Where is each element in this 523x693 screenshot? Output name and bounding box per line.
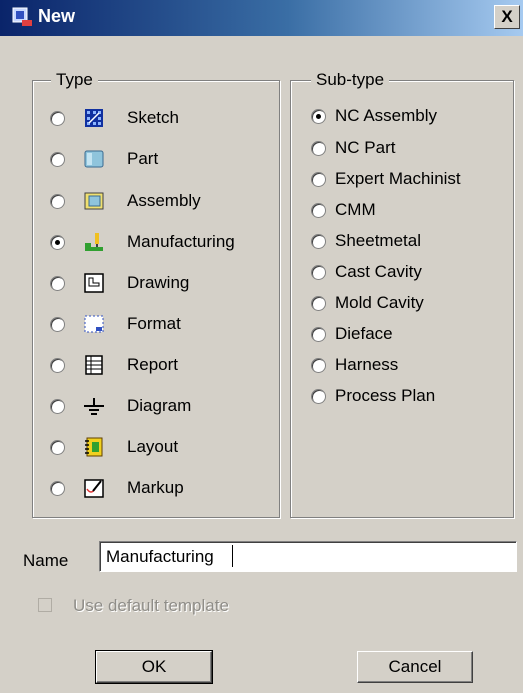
radio-button[interactable] [311, 326, 326, 342]
sketch-icon [85, 109, 103, 127]
subtype-label: NC Part [335, 138, 396, 157]
layout-icon [85, 437, 103, 457]
subtype-label: Cast Cavity [335, 262, 422, 281]
subtype-option-cmm[interactable]: CMM [311, 200, 376, 220]
title-bar: New X [0, 0, 523, 36]
name-input[interactable] [99, 541, 517, 572]
radio-button[interactable] [50, 439, 65, 455]
subtype-label: CMM [335, 200, 376, 219]
type-label: Format [127, 314, 181, 333]
drawing-icon [84, 273, 104, 293]
name-label: Name [23, 551, 69, 570]
subtype-option-process-plan[interactable]: Process Plan [311, 386, 435, 406]
radio-button[interactable] [50, 316, 65, 332]
type-legend: Type [51, 70, 98, 90]
subtype-label: Process Plan [335, 386, 436, 405]
type-option-markup[interactable]: Markup [50, 477, 184, 499]
format-icon [84, 315, 104, 333]
radio-button[interactable] [311, 388, 326, 404]
subtype-option-mold-cavity[interactable]: Mold Cavity [311, 293, 424, 313]
type-label: Assembly [127, 191, 201, 210]
window-frame [0, 36, 10, 693]
radio-button[interactable] [50, 357, 65, 373]
cancel-label: Cancel [388, 657, 442, 676]
type-label: Part [127, 149, 159, 168]
type-option-layout[interactable]: Layout [50, 436, 178, 458]
cancel-button[interactable]: Cancel [357, 651, 473, 683]
subtype-label: NC Assembly [335, 106, 438, 125]
assembly-icon [84, 192, 104, 210]
subtype-option-nc-part[interactable]: NC Part [311, 138, 395, 158]
type-option-drawing[interactable]: Drawing [50, 272, 189, 294]
ok-label: OK [141, 657, 167, 676]
radio-button[interactable] [50, 151, 65, 167]
manufacturing-icon [85, 233, 103, 251]
subtype-label: Dieface [335, 324, 393, 343]
type-option-assembly[interactable]: Assembly [50, 190, 201, 212]
radio-button[interactable] [311, 357, 326, 373]
type-label: Report [127, 355, 179, 374]
radio-button-selected[interactable] [50, 234, 65, 250]
app-icon [12, 7, 32, 26]
diagram-icon [84, 398, 104, 415]
radio-button[interactable] [311, 233, 326, 249]
text-caret [232, 545, 233, 567]
radio-button[interactable] [311, 171, 326, 187]
close-button[interactable]: X [494, 5, 520, 29]
subtype-option-nc-assembly[interactable]: NC Assembly [311, 106, 437, 126]
subtype-option-harness[interactable]: Harness [311, 355, 398, 375]
radio-button[interactable] [50, 275, 65, 291]
radio-button[interactable] [311, 202, 326, 218]
close-icon: X [501, 7, 513, 26]
type-label: Markup [127, 478, 184, 497]
type-option-report[interactable]: Report [50, 354, 178, 376]
radio-button[interactable] [311, 264, 326, 280]
type-option-part[interactable]: Part [50, 148, 158, 170]
type-option-manufacturing[interactable]: Manufacturing [50, 231, 235, 253]
type-option-sketch[interactable]: Sketch [50, 107, 179, 129]
window-title: New [38, 6, 76, 26]
markup-icon [84, 479, 104, 498]
radio-button[interactable] [50, 110, 65, 126]
ok-button[interactable]: OK [95, 650, 213, 684]
type-label: Sketch [127, 108, 179, 127]
subtype-label: Sheetmetal [335, 231, 421, 250]
part-icon [84, 150, 104, 168]
type-label: Manufacturing [127, 232, 235, 251]
radio-button[interactable] [50, 480, 65, 496]
type-label: Drawing [127, 273, 190, 292]
type-option-diagram[interactable]: Diagram [50, 395, 191, 417]
type-label: Diagram [127, 396, 192, 415]
use-default-template-label: Use default template [73, 596, 229, 615]
subtype-option-cast-cavity[interactable]: Cast Cavity [311, 262, 422, 282]
radio-button[interactable] [311, 295, 326, 311]
radio-button[interactable] [50, 193, 65, 209]
subtype-legend: Sub-type [311, 70, 390, 90]
type-option-format[interactable]: Format [50, 313, 181, 335]
subtype-label: Mold Cavity [335, 293, 424, 312]
type-label: Layout [127, 437, 179, 456]
radio-button[interactable] [50, 398, 65, 414]
subtype-option-dieface[interactable]: Dieface [311, 324, 393, 344]
radio-button-selected[interactable] [311, 108, 326, 124]
subtype-label: Expert Machinist [335, 169, 461, 188]
subtype-label: Harness [335, 355, 399, 374]
report-icon [85, 355, 103, 375]
use-default-template-checkbox [38, 598, 52, 612]
subtype-option-sheetmetal[interactable]: Sheetmetal [311, 231, 421, 251]
subtype-option-expert-machinist[interactable]: Expert Machinist [311, 169, 461, 189]
radio-button[interactable] [311, 140, 326, 156]
